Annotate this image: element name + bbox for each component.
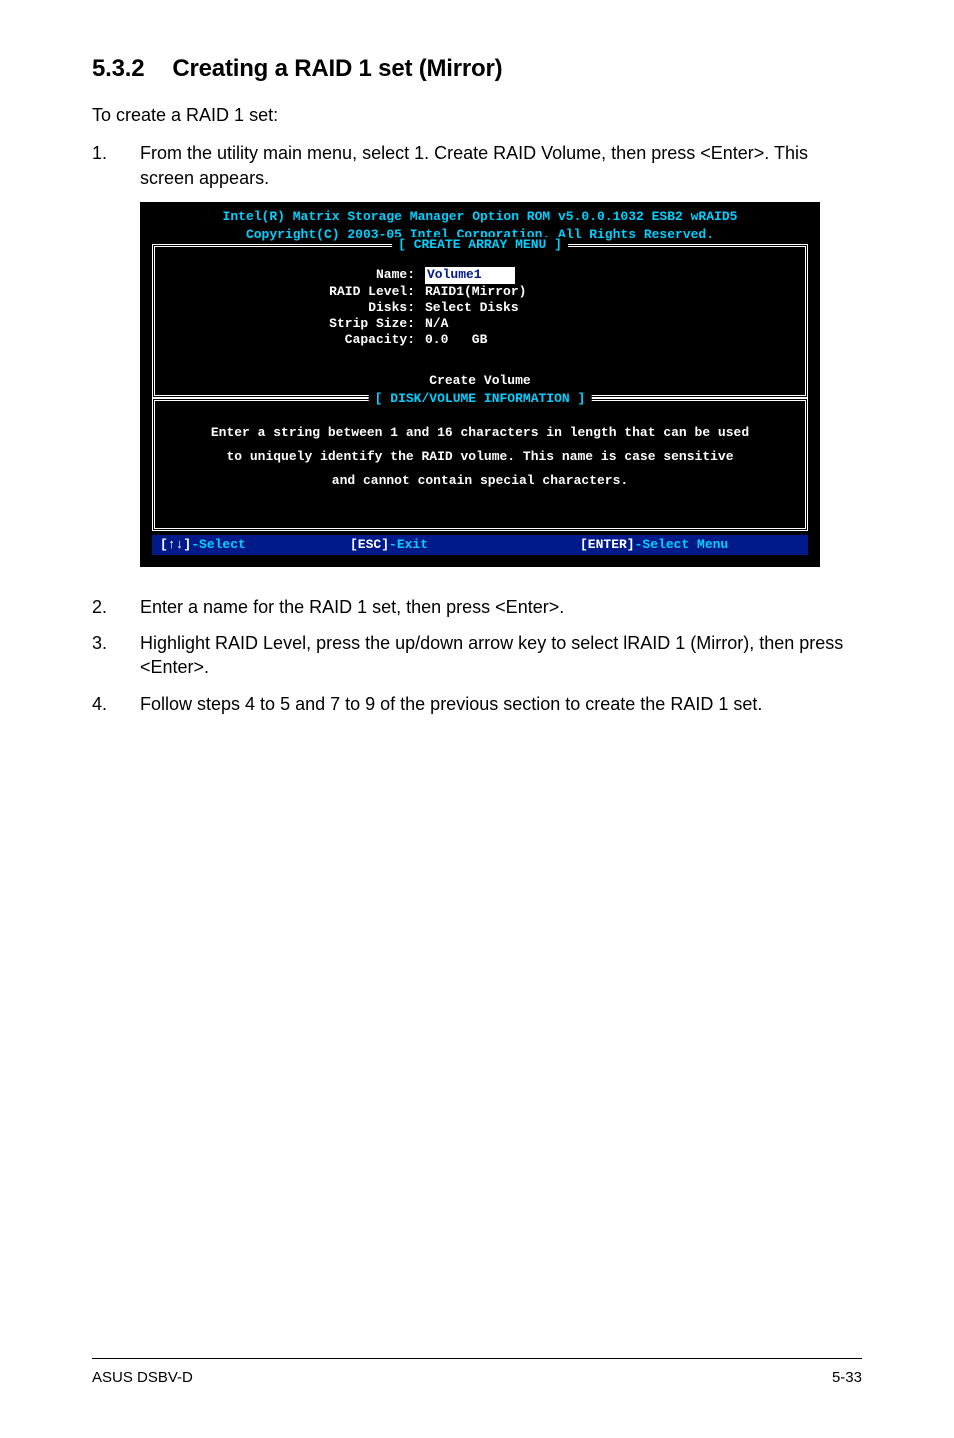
footer-left: ASUS DSBV-D <box>92 1369 193 1386</box>
bios-disk-volume-frame: [ DISK/VOLUME INFORMATION ] Enter a stri… <box>152 398 808 531</box>
bios-capacity-label: Capacity: <box>165 332 425 348</box>
bios-name-label: Name: <box>165 267 425 283</box>
step-4: 4. Follow steps 4 to 5 and 7 to 9 of the… <box>92 692 862 716</box>
section-title: Creating a RAID 1 set (Mirror) <box>172 55 502 82</box>
bios-footer-esc-keys: [ESC] <box>350 537 389 552</box>
bios-strip-value: N/A <box>425 316 795 332</box>
bios-create-volume: Create Volume <box>165 373 795 389</box>
bios-title-1: Intel(R) Matrix Storage Manager Option R… <box>140 208 820 226</box>
page-footer: ASUS DSBV-D 5-33 <box>92 1358 862 1386</box>
bios-disks-label: Disks: <box>165 300 425 316</box>
bios-create-array-frame: [ CREATE ARRAY MENU ] Name: Volume1 RAID… <box>152 244 808 398</box>
section-heading: 5.3.2 Creating a RAID 1 set (Mirror) <box>92 55 862 83</box>
step-body: From the utility main menu, select 1. Cr… <box>140 141 862 190</box>
bios-footer-select-text: -Select <box>191 537 246 552</box>
bios-screenshot: Intel(R) Matrix Storage Manager Option R… <box>140 202 820 567</box>
bios-capacity-value: 0.0 GB <box>425 332 795 348</box>
bios-footer-select-keys: [↑↓] <box>160 537 191 552</box>
step-1: 1. From the utility main menu, select 1.… <box>92 141 862 190</box>
bios-raid-level-label: RAID Level: <box>165 284 425 300</box>
bios-strip-label: Strip Size: <box>165 316 425 332</box>
bios-disks-value: Select Disks <box>425 300 795 316</box>
section-number: 5.3.2 <box>92 55 144 82</box>
bios-raid-level-value: RAID1(Mirror) <box>425 284 795 300</box>
bios-footer-esc-text: -Exit <box>389 537 428 552</box>
bios-frame-label-2: [ DISK/VOLUME INFORMATION ] <box>369 391 592 407</box>
step-body: Enter a name for the RAID 1 set, then pr… <box>140 595 862 619</box>
footer-right: 5-33 <box>832 1369 862 1386</box>
step-body: Highlight RAID Level, press the up/down … <box>140 631 862 680</box>
step-body: Follow steps 4 to 5 and 7 to 9 of the pr… <box>140 692 862 716</box>
bios-footer-enter-keys: [ENTER] <box>580 537 635 552</box>
step-2: 2. Enter a name for the RAID 1 set, then… <box>92 595 862 619</box>
bios-footer: [↑↓]-Select [ESC]-Exit [ENTER]-Select Me… <box>152 535 808 555</box>
step-number: 4. <box>92 692 140 716</box>
step-3: 3. Highlight RAID Level, press the up/do… <box>92 631 862 680</box>
step-number: 3. <box>92 631 140 680</box>
intro-text: To create a RAID 1 set: <box>92 103 862 127</box>
bios-frame-label-1: [ CREATE ARRAY MENU ] <box>392 237 568 253</box>
bios-footer-enter-text: -Select Menu <box>635 537 729 552</box>
bios-name-value: Volume1 <box>425 267 515 283</box>
bios-info-line-3: and cannot contain special characters. <box>165 469 795 493</box>
bios-info-line-1: Enter a string between 1 and 16 characte… <box>165 421 795 445</box>
step-number: 1. <box>92 141 140 190</box>
step-number: 2. <box>92 595 140 619</box>
bios-info-line-2: to uniquely identify the RAID volume. Th… <box>165 445 795 469</box>
